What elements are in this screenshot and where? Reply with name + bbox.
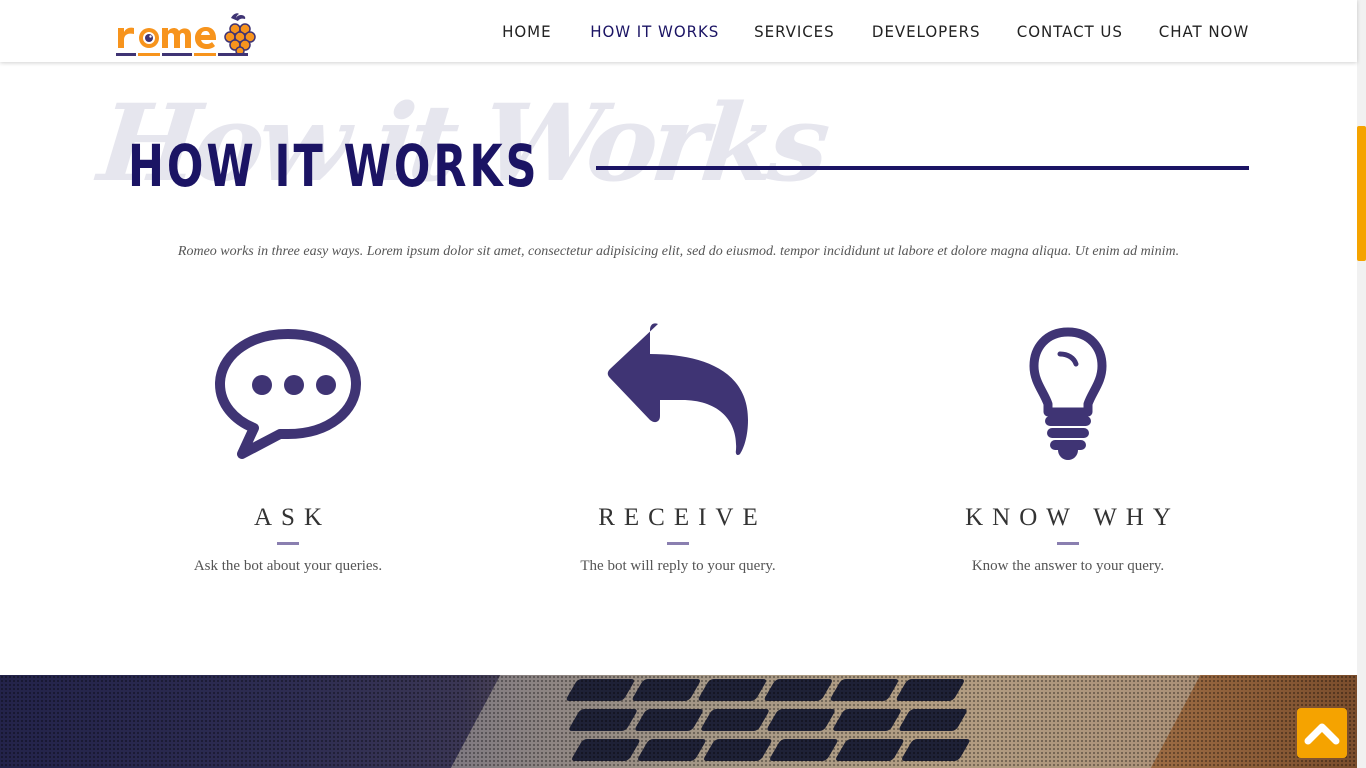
nav-contact-us[interactable]: CONTACT US [1017,22,1123,41]
back-to-top-button[interactable] [1297,708,1347,758]
reply-arrow-icon [508,310,848,470]
step-title: RECEIVE [598,504,767,531]
title-divider [596,166,1249,170]
main-nav: HOME HOW IT WORKS SERVICES DEVELOPERS CO… [469,0,1249,62]
step-title: ASK [253,504,331,531]
step-description: The bot will reply to your query. [580,558,776,574]
step-divider [1057,542,1079,545]
step-divider [667,542,689,545]
chevron-up-icon [1304,723,1340,745]
speech-bubble-icon [118,310,458,470]
nav-developers[interactable]: DEVELOPERS [871,22,980,41]
romeo-logo[interactable]: romeo [116,12,258,58]
step-ask: ASK Ask the bot about your queries. [118,310,458,575]
nav-how-it-works[interactable]: HOW IT WORKS [590,22,719,41]
lightbulb-icon [898,310,1238,470]
page-scrollbar[interactable] [1357,0,1366,768]
step-know-why: KNOW WHY Know the answer to your query. [898,310,1238,575]
dot-overlay [0,675,1357,768]
laptop-photo-banner [0,675,1357,768]
step-title: KNOW WHY [965,504,1180,531]
nav-home[interactable]: HOME [502,22,551,41]
site-header: romeo [0,0,1357,62]
step-receive: RECEIVE The bot will reply to your query… [508,310,848,575]
step-description: Ask the bot about your queries. [193,558,383,574]
section-title: HOW IT WORKS [128,132,540,200]
scrollbar-thumb[interactable] [1357,126,1366,261]
nav-chat-now[interactable]: CHAT NOW [1159,22,1249,41]
logo-graphic [116,13,256,56]
step-description: Know the answer to your query. [971,558,1165,574]
nav-services[interactable]: SERVICES [754,22,834,41]
section-intro: Romeo works in three easy ways. Lorem ip… [177,244,1180,259]
step-divider [277,542,299,545]
